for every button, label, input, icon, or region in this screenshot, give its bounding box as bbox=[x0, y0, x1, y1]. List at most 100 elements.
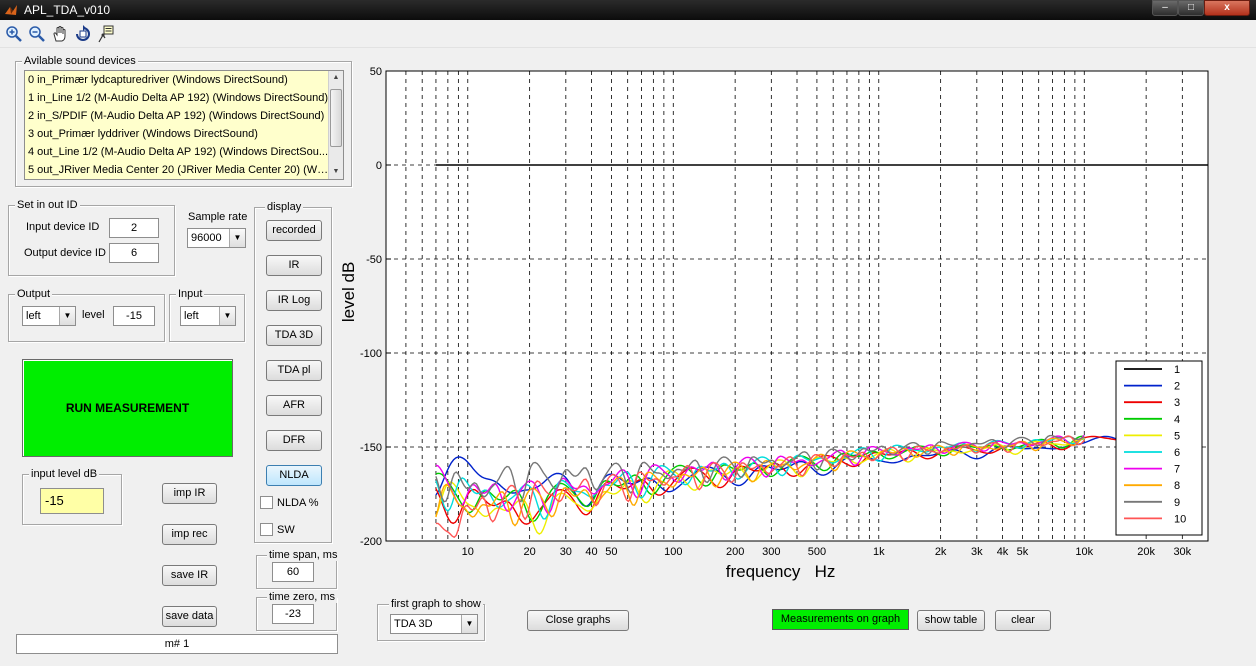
minimize-button[interactable]: – bbox=[1152, 0, 1178, 16]
matlab-icon bbox=[5, 5, 17, 15]
pan-hand-icon[interactable] bbox=[51, 25, 69, 43]
x-tick-label: 30k bbox=[1173, 546, 1191, 558]
first-graph-title: first graph to show bbox=[389, 598, 483, 610]
list-item[interactable]: 1 in_Line 1/2 (M-Audio Delta AP 192) (Wi… bbox=[25, 89, 329, 107]
zoom-in-icon[interactable] bbox=[5, 25, 23, 43]
first-graph-value: TDA 3D bbox=[394, 618, 433, 630]
figure-toolbar bbox=[0, 20, 1256, 48]
display-recorded-button[interactable]: recorded bbox=[266, 220, 322, 241]
legend-label: 2 bbox=[1174, 381, 1180, 393]
output-panel: Output left ▼ level -15 bbox=[8, 288, 165, 342]
close-graphs-button[interactable]: Close graphs bbox=[527, 610, 629, 631]
chevron-down-icon: ▼ bbox=[59, 307, 75, 325]
imp-rec-button[interactable]: imp rec bbox=[162, 524, 217, 545]
app-window: APL_TDA_v010 – □ x Avilable sound device… bbox=[0, 0, 1256, 666]
y-tick-label: -50 bbox=[366, 254, 382, 266]
maximize-button[interactable]: □ bbox=[1178, 0, 1204, 16]
frequency-response-chart[interactable]: 500-50-100-150-20010 20 30 40 50 100 200 300 500… bbox=[340, 58, 1250, 588]
list-item[interactable]: 0 in_Primær lydcapturedriver (Windows Di… bbox=[25, 71, 329, 89]
time-zero-field[interactable]: -23 bbox=[272, 604, 314, 624]
display-ir-log-button[interactable]: IR Log bbox=[266, 290, 322, 311]
run-measurement-button[interactable]: RUN MEASUREMENT bbox=[22, 359, 233, 457]
legend-label: 7 bbox=[1174, 464, 1180, 476]
output-device-field[interactable]: 6 bbox=[109, 243, 159, 263]
y-tick-label: -100 bbox=[360, 348, 382, 360]
legend-box bbox=[1115, 360, 1203, 536]
set-io-title: Set in out ID bbox=[15, 199, 80, 211]
legend-label: 3 bbox=[1174, 397, 1180, 409]
legend-label: 5 bbox=[1174, 430, 1180, 442]
display-nlda-button[interactable]: NLDA bbox=[266, 465, 322, 486]
display-tda-3d-button[interactable]: TDA 3D bbox=[266, 325, 322, 346]
device-listbox[interactable]: 0 in_Primær lydcapturedriver (Windows Di… bbox=[24, 70, 344, 180]
x-axis-label: frequency Hz bbox=[726, 562, 836, 581]
sw-checkbox[interactable] bbox=[260, 523, 273, 536]
list-item[interactable]: 2 in_S/PDIF (M-Audio Delta AP 192) (Wind… bbox=[25, 107, 329, 125]
zoom-out-icon[interactable] bbox=[28, 25, 46, 43]
output-level-field[interactable]: -15 bbox=[113, 306, 155, 326]
nlda-percent-checkbox[interactable] bbox=[260, 496, 273, 509]
x-tick-label: 20 bbox=[524, 546, 536, 558]
input-panel: Input left ▼ bbox=[169, 288, 245, 342]
sw-label: SW bbox=[277, 524, 295, 536]
x-tick-label: 10 bbox=[462, 546, 474, 558]
list-item[interactable]: 5 out_JRiver Media Center 20 (JRiver Med… bbox=[25, 161, 329, 179]
save-data-button[interactable]: save data bbox=[162, 606, 217, 627]
input-channel-select[interactable]: left ▼ bbox=[180, 306, 236, 326]
set-io-panel: Set in out ID Input device ID 2 Output d… bbox=[8, 199, 175, 276]
x-tick-label: 3k bbox=[971, 546, 983, 558]
display-tda-pl-button[interactable]: TDA pl bbox=[266, 360, 322, 381]
output-device-label: Output device ID bbox=[24, 247, 106, 259]
display-afr-button[interactable]: AFR bbox=[266, 395, 322, 416]
list-item[interactable]: 4 out_Line 1/2 (M-Audio Delta AP 192) (W… bbox=[25, 143, 329, 161]
chevron-down-icon: ▼ bbox=[461, 615, 477, 633]
x-tick-label: 300 bbox=[762, 546, 780, 558]
output-channel-select[interactable]: left ▼ bbox=[22, 306, 76, 326]
devices-panel-title: Avilable sound devices bbox=[22, 55, 138, 67]
legend-label: 1 bbox=[1174, 364, 1180, 376]
x-tick-label: 10k bbox=[1075, 546, 1093, 558]
legend-label: 6 bbox=[1174, 447, 1180, 459]
list-item[interactable]: 3 out_Primær lyddriver (Windows DirectSo… bbox=[25, 125, 329, 143]
y-tick-label: -200 bbox=[360, 536, 382, 548]
output-channel-value: left bbox=[26, 310, 41, 322]
close-window-button[interactable]: x bbox=[1204, 0, 1250, 16]
legend-label: 9 bbox=[1174, 497, 1180, 509]
legend-label: 8 bbox=[1174, 480, 1180, 492]
imp-ir-button[interactable]: imp IR bbox=[162, 483, 217, 504]
first-graph-select[interactable]: TDA 3D ▼ bbox=[390, 614, 478, 634]
title-bar: APL_TDA_v010 – □ x bbox=[0, 0, 1256, 20]
chevron-down-icon: ▼ bbox=[219, 307, 235, 325]
display-ir-button[interactable]: IR bbox=[266, 255, 322, 276]
x-tick-label: 50 bbox=[605, 546, 617, 558]
input-level-title: input level dB bbox=[29, 468, 100, 480]
status-field: m# 1 bbox=[16, 634, 338, 654]
display-dfr-button[interactable]: DFR bbox=[266, 430, 322, 451]
x-tick-label: 100 bbox=[664, 546, 682, 558]
output-title: Output bbox=[15, 288, 53, 300]
x-tick-label: 30 bbox=[560, 546, 572, 558]
clear-button[interactable]: clear bbox=[995, 610, 1051, 631]
first-graph-panel: first graph to show TDA 3D ▼ bbox=[377, 598, 485, 641]
save-ir-button[interactable]: save IR bbox=[162, 565, 217, 586]
sample-rate-select[interactable]: 96000 ▼ bbox=[187, 228, 246, 248]
input-device-label: Input device ID bbox=[26, 221, 100, 233]
input-device-field[interactable]: 2 bbox=[109, 218, 159, 238]
window-title: APL_TDA_v010 bbox=[24, 3, 111, 17]
data-cursor-icon[interactable] bbox=[97, 25, 115, 43]
input-level-display: -15 bbox=[40, 488, 104, 514]
x-tick-label: 40 bbox=[585, 546, 597, 558]
rotate-3d-icon[interactable] bbox=[74, 25, 92, 43]
output-level-label: level bbox=[82, 309, 105, 321]
x-tick-label: 500 bbox=[808, 546, 826, 558]
show-table-button[interactable]: show table bbox=[917, 610, 985, 631]
chevron-down-icon: ▼ bbox=[229, 229, 245, 247]
y-tick-label: 0 bbox=[376, 160, 382, 172]
input-title: Input bbox=[176, 288, 205, 300]
x-tick-label: 4k bbox=[997, 546, 1009, 558]
time-span-field[interactable]: 60 bbox=[272, 562, 314, 582]
sample-rate-label: Sample rate bbox=[188, 211, 248, 223]
measurements-on-graph-button[interactable]: Measurements on graph bbox=[772, 609, 909, 630]
x-tick-label: 2k bbox=[935, 546, 947, 558]
y-tick-label: -150 bbox=[360, 442, 382, 454]
